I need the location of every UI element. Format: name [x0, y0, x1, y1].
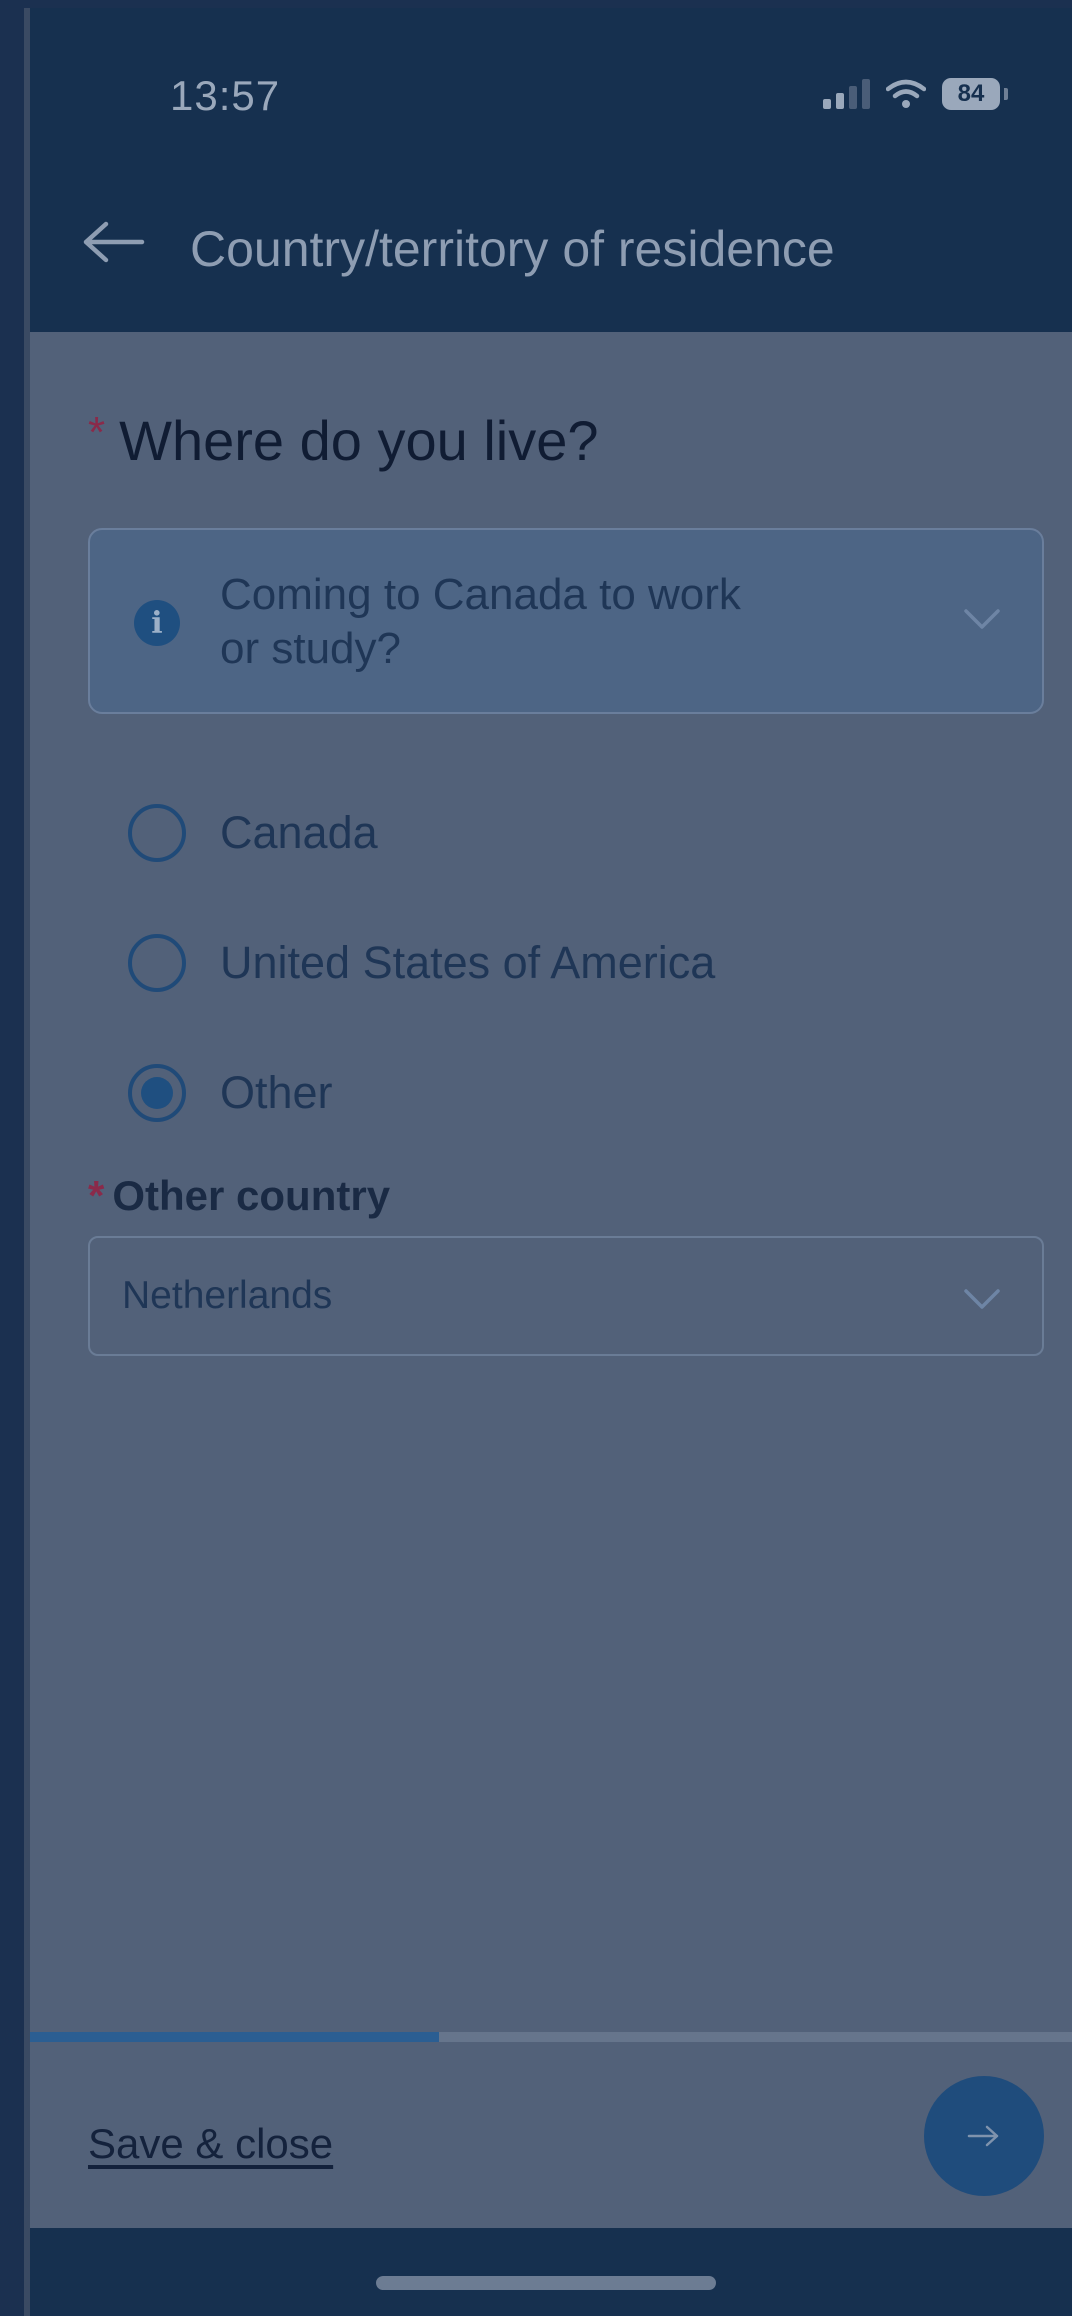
radio-label: Other	[220, 1067, 333, 1118]
page-title: Country/territory of residence	[190, 221, 835, 277]
arrow-right-icon	[967, 2125, 999, 2147]
question-heading: * Where do you live?	[88, 408, 599, 473]
radio-label: United States of America	[220, 937, 716, 988]
other-country-label: * Other country	[88, 1172, 390, 1220]
status-icons: 84	[823, 78, 1008, 110]
radio-option-other[interactable]: Other	[128, 1058, 333, 1128]
required-marker: *	[88, 1172, 105, 1219]
chevron-down-icon	[964, 1289, 1000, 1309]
other-country-label-text: Other country	[112, 1172, 391, 1219]
progress-bar	[30, 2032, 1072, 2042]
radio-button-selected[interactable]	[128, 1064, 186, 1122]
info-icon: i	[134, 600, 180, 646]
battery-icon: 84	[942, 78, 1000, 110]
chevron-down-icon	[964, 609, 1000, 629]
info-line-2: or study?	[220, 624, 401, 673]
home-indicator[interactable]	[376, 2276, 716, 2290]
arrow-left-icon[interactable]	[82, 220, 146, 264]
app-header: 13:57 84 Country/territory of residence	[30, 8, 1072, 332]
selected-country: Netherlands	[122, 1274, 333, 1317]
signal-icon	[823, 79, 870, 109]
radio-button[interactable]	[128, 804, 186, 862]
info-expander[interactable]: i Coming to Canada to work or study?	[88, 528, 1044, 714]
question-text: Where do you live?	[119, 409, 599, 472]
phone-screen: 13:57 84 Country/territory of residence …	[24, 8, 1072, 2316]
save-and-close-link[interactable]: Save & close	[88, 2120, 333, 2168]
wifi-icon	[886, 79, 926, 108]
info-line-1: Coming to Canada to work	[220, 570, 741, 619]
battery-tip	[1004, 88, 1008, 100]
next-button[interactable]	[924, 2076, 1044, 2196]
info-expander-label: Coming to Canada to work or study?	[220, 568, 860, 676]
radio-option-usa[interactable]: United States of America	[128, 928, 715, 998]
required-marker: *	[88, 408, 106, 457]
other-country-select[interactable]: Netherlands	[88, 1236, 1044, 1356]
bottom-safe-area	[30, 2228, 1072, 2316]
radio-option-canada[interactable]: Canada	[128, 798, 378, 868]
progress-fill	[30, 2032, 439, 2042]
status-time: 13:57	[170, 72, 281, 119]
radio-button[interactable]	[128, 934, 186, 992]
radio-label: Canada	[220, 807, 378, 858]
